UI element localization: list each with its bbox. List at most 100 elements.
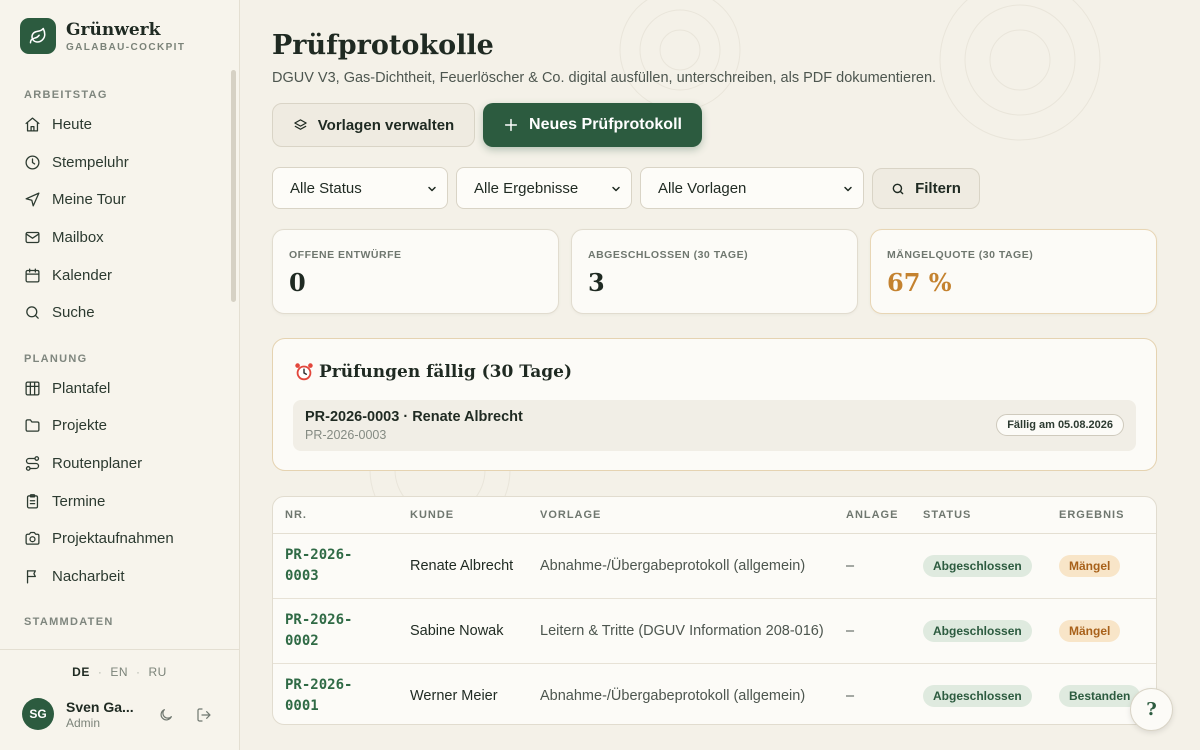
sidebar-item-kalender[interactable]: Kalender: [0, 256, 240, 294]
sidebar-item-label: Plantafel: [52, 379, 111, 397]
alarm-clock-icon: [295, 363, 313, 381]
language-ru[interactable]: RU: [149, 665, 167, 679]
grid-icon: [25, 381, 40, 396]
protocol-number-link[interactable]: PR-2026-0003: [285, 534, 385, 598]
sidebar-item-heute[interactable]: Heute: [0, 106, 240, 144]
search-icon: [892, 183, 904, 194]
folder-icon: [25, 419, 40, 433]
sidebar-nav: ARBEITSTAG Heute Stempeluhr Meine Tour M…: [0, 70, 240, 638]
language-en[interactable]: EN: [110, 665, 128, 679]
status-select[interactable]: Alle Status: [272, 167, 448, 209]
sidebar-item-projekte[interactable]: Projekte: [0, 407, 240, 445]
sidebar-item-label: Heute: [52, 116, 93, 134]
column-header-status[interactable]: STATUS: [923, 497, 971, 533]
home-icon: [25, 117, 40, 132]
result-select[interactable]: Alle Ergebnisse: [456, 167, 632, 209]
due-item-title: PR-2026-0003 · Renate Albrecht: [305, 409, 523, 425]
help-button[interactable]: ?: [1130, 688, 1173, 731]
stat-completed: ABGESCHLOSSEN (30 TAGE) 3: [571, 229, 858, 314]
page-title: Prüfprotokolle: [272, 30, 494, 61]
column-header-anlage[interactable]: ANLAGE: [846, 497, 898, 533]
flag-icon: [26, 570, 36, 584]
sidebar-item-label: Routenplaner: [52, 455, 143, 473]
installation: –: [846, 687, 855, 704]
protocol-number-link[interactable]: PR-2026-0001: [285, 664, 385, 724]
brand-subtitle: GALABAU-COCKPIT: [66, 41, 186, 53]
sidebar-item-routenplaner[interactable]: Routenplaner: [0, 445, 240, 483]
brand-name: Grünwerk: [66, 19, 161, 40]
route-icon: [25, 456, 40, 471]
result-badge: Mängel: [1059, 620, 1121, 642]
camera-icon: [25, 532, 40, 546]
chevron-down-icon: [844, 186, 852, 192]
column-header-kunde[interactable]: KUNDE: [410, 497, 454, 533]
table-row[interactable]: PR-2026-0001 Werner Meier Abnahme-/Überg…: [273, 664, 1156, 724]
sidebar-item-label: Mailbox: [52, 229, 104, 247]
sidebar-item-meine-tour[interactable]: Meine Tour: [0, 181, 240, 219]
sidebar-item-suche[interactable]: Suche: [0, 294, 240, 332]
stat-value: 0: [289, 268, 306, 297]
table-row[interactable]: PR-2026-0003 Renate Albrecht Abnahme-/Üb…: [273, 534, 1156, 599]
logout-icon[interactable]: [196, 707, 212, 723]
filter-button[interactable]: Filtern: [872, 168, 980, 209]
template-name: Leitern & Tritte (DGUV Information 208-0…: [540, 622, 824, 639]
stat-open-drafts: OFFENE ENTWÜRFE 0: [272, 229, 559, 314]
brand[interactable]: Grünwerk GALABAU-COCKPIT: [20, 18, 185, 54]
moon-icon[interactable]: [158, 707, 174, 723]
language-switcher: DE · EN · RU: [72, 665, 167, 679]
status-badge: Abgeschlossen: [923, 620, 1032, 642]
due-item-number: PR-2026-0003: [305, 428, 387, 442]
nav-section-stammdaten: STAMMDATEN: [24, 616, 114, 629]
customer-name: Werner Meier: [410, 687, 498, 704]
sidebar-item-label: Nacharbeit: [52, 567, 125, 585]
sidebar-item-nacharbeit[interactable]: Nacharbeit: [0, 558, 240, 596]
result-select-value: Alle Ergebnisse: [474, 179, 579, 197]
table-row[interactable]: PR-2026-0002 Sabine Nowak Leitern & Trit…: [273, 599, 1156, 664]
column-header-ergebnis[interactable]: ERGEBNIS: [1059, 497, 1124, 533]
sidebar-scrollbar[interactable]: [231, 70, 236, 302]
due-item[interactable]: PR-2026-0003 · Renate Albrecht PR-2026-0…: [293, 400, 1136, 451]
nav-section-planung: PLANUNG: [24, 352, 88, 365]
plus-icon: [504, 118, 518, 132]
protocol-number-link[interactable]: PR-2026-0002: [285, 599, 385, 663]
sidebar-item-label: Projektaufnahmen: [52, 530, 174, 548]
status-select-value: Alle Status: [290, 179, 362, 197]
leaf-icon: [20, 18, 56, 54]
manage-templates-button[interactable]: Vorlagen verwalten: [272, 103, 475, 147]
avatar: SG: [22, 698, 54, 730]
sidebar-item-projektaufnahmen[interactable]: Projektaufnahmen: [0, 520, 240, 558]
due-title: Prüfungen fällig (30 Tage): [319, 362, 573, 382]
user-role: Admin: [66, 715, 101, 730]
result-badge: Bestanden: [1059, 685, 1141, 707]
navigation-icon: [25, 192, 40, 207]
sidebar-item-termine[interactable]: Termine: [0, 482, 240, 520]
new-protocol-label: Neues Prüfprotokoll: [529, 116, 682, 133]
sidebar-item-label: Suche: [52, 304, 95, 322]
sidebar-item-label: Kalender: [52, 266, 113, 284]
customer-name: Sabine Nowak: [410, 622, 504, 639]
search-icon: [26, 306, 39, 320]
sidebar-item-label: Meine Tour: [52, 191, 126, 209]
language-de[interactable]: DE: [72, 665, 90, 679]
user-profile[interactable]: SG Sven Ga... Admin: [22, 698, 142, 730]
stat-label: OFFENE ENTWÜRFE: [289, 249, 402, 261]
installation: –: [846, 622, 855, 639]
column-header-vorlage[interactable]: VORLAGE: [540, 497, 601, 533]
sidebar-item-plantafel[interactable]: Plantafel: [0, 370, 240, 408]
sidebar-item-label: Projekte: [52, 417, 108, 435]
customer-name: Renate Albrecht: [410, 557, 514, 574]
stat-label: MÄNGELQUOTE (30 TAGE): [887, 249, 1034, 261]
sidebar-item-label: Stempeluhr: [52, 153, 129, 171]
template-name: Abnahme-/Übergabeprotokoll (allgemein): [540, 687, 806, 704]
column-header-nr[interactable]: NR.: [285, 497, 307, 533]
sidebar-item-mailbox[interactable]: Mailbox: [0, 219, 240, 257]
sidebar: Grünwerk GALABAU-COCKPIT ARBEITSTAG Heut…: [0, 0, 240, 750]
sidebar-item-stempeluhr[interactable]: Stempeluhr: [0, 144, 240, 182]
manage-templates-label: Vorlagen verwalten: [317, 116, 455, 134]
stat-defect-rate: MÄNGELQUOTE (30 TAGE) 67 %: [870, 229, 1157, 314]
sidebar-item-label: Termine: [52, 492, 106, 510]
due-inspections-card: Prüfungen fällig (30 Tage) PR-2026-0003 …: [272, 338, 1157, 471]
clock-icon: [25, 155, 40, 170]
new-protocol-button[interactable]: Neues Prüfprotokoll: [483, 103, 702, 147]
template-select[interactable]: Alle Vorlagen: [640, 167, 864, 209]
